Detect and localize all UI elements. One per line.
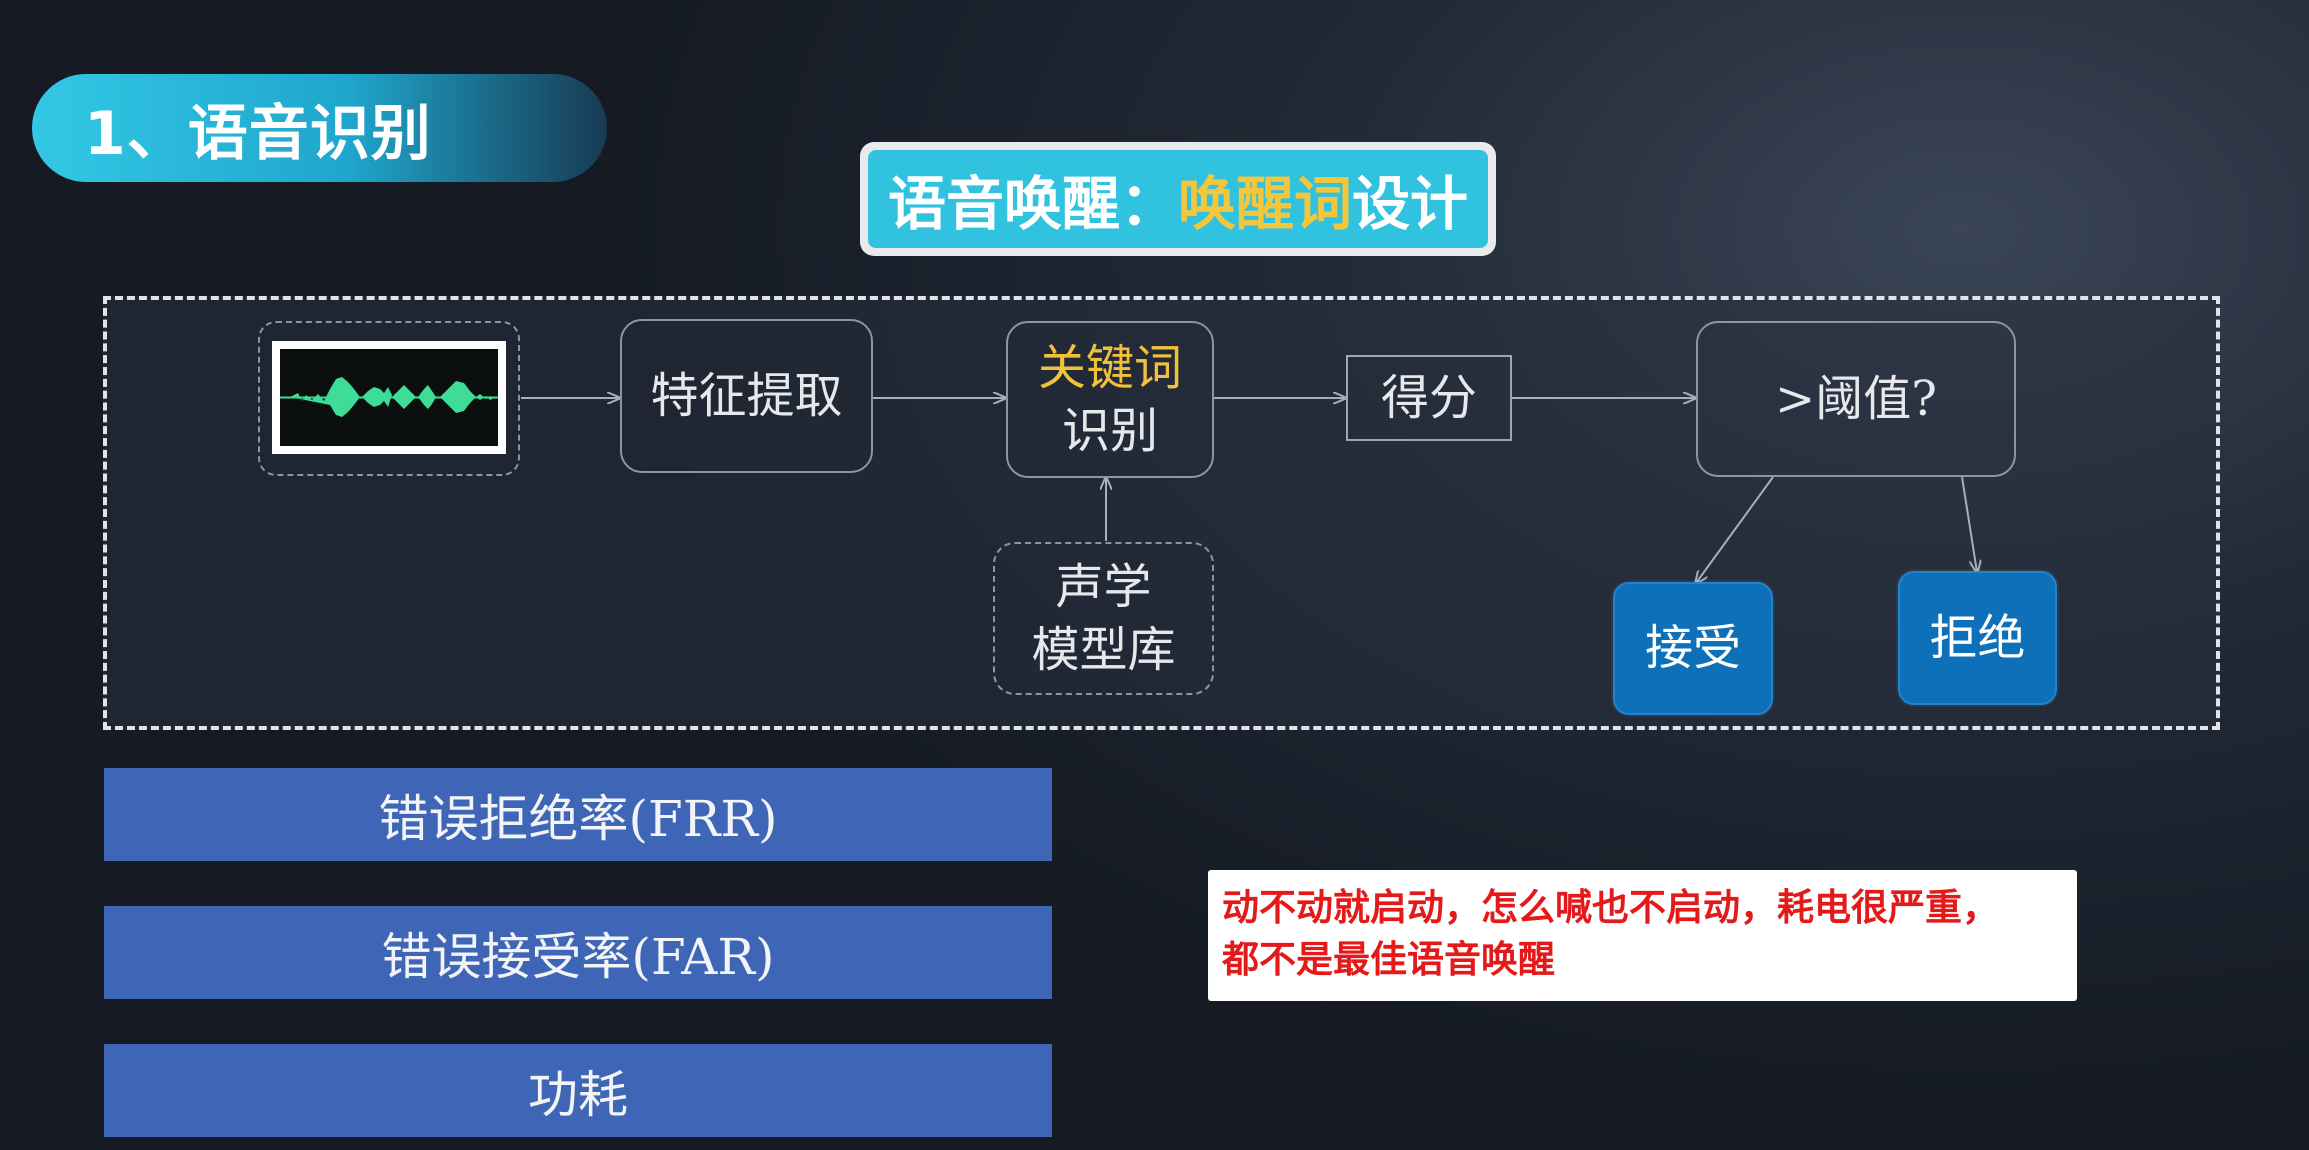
acoustic-model-node: 声学 模型库 xyxy=(993,542,1214,695)
waveform-icon xyxy=(280,349,498,446)
feature-extraction-node: 特征提取 xyxy=(620,319,873,473)
keyword-label: 关键词 xyxy=(1037,340,1182,397)
recognition-label: 识别 xyxy=(1061,402,1158,459)
annotation-note: 动不动就启动，怎么喊也不启动，耗电很严重， 都不是最佳语音唤醒 xyxy=(1208,870,2077,1001)
reject-node: 拒绝 xyxy=(1898,571,2057,705)
arrow-threshold-to-reject xyxy=(1961,476,1977,572)
accept-node: 接受 xyxy=(1613,582,1773,715)
threshold-node: >阈值? xyxy=(1696,321,2016,477)
waveform-image xyxy=(272,341,506,454)
annotation-line-1: 动不动就启动，怎么喊也不启动，耗电很严重， xyxy=(1222,886,1999,929)
metric-far: 错误接受率(FAR) xyxy=(104,906,1052,999)
annotation-line-2: 都不是最佳语音唤醒 xyxy=(1222,938,1555,981)
metric-power: 功耗 xyxy=(104,1044,1052,1137)
score-node: 得分 xyxy=(1346,355,1512,441)
keyword-recognition-node: 关键词 识别 xyxy=(1006,321,1214,478)
metric-frr: 错误拒绝率(FRR) xyxy=(104,768,1052,861)
arrow-threshold-to-accept xyxy=(1696,476,1774,583)
